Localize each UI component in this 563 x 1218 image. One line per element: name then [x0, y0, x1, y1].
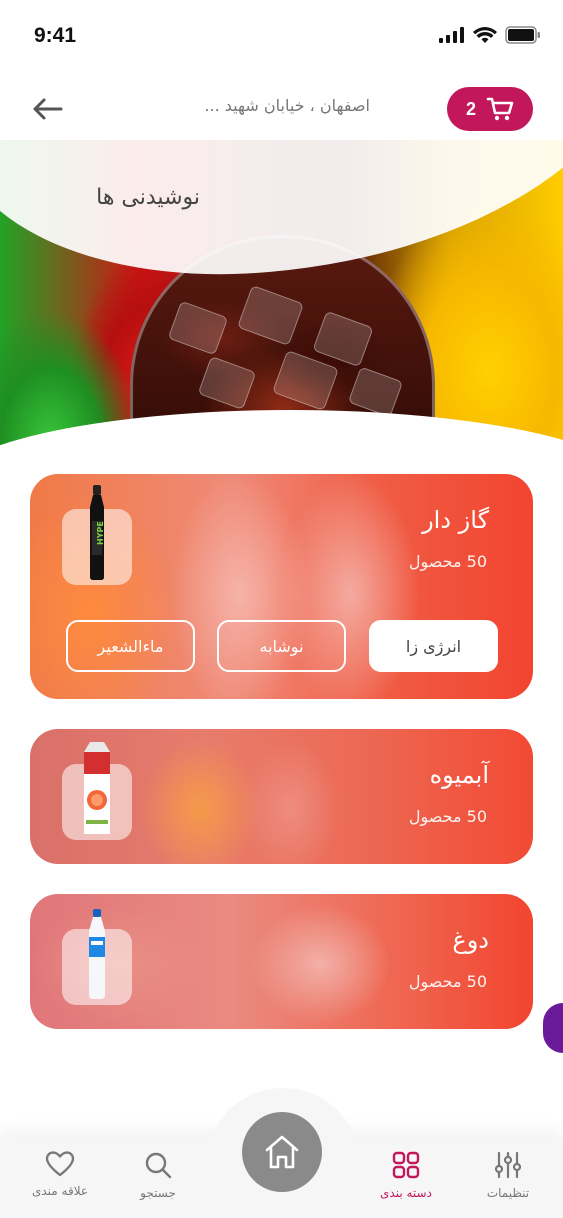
- nav-item-favorites[interactable]: علاقه مندی: [20, 1150, 100, 1198]
- category-product-count: 50 محصول: [408, 552, 487, 571]
- subcategory-chip-soda[interactable]: نوشابه: [217, 620, 346, 672]
- category-product-count: 50 محصول: [408, 972, 487, 991]
- battery-icon: [505, 26, 540, 44]
- status-time: 9:41: [34, 24, 77, 47]
- category-title: گاز دار: [422, 506, 489, 534]
- category-card-juice[interactable]: آبمیوه 50 محصول: [30, 729, 533, 864]
- energy-drink-bottle-icon: HYPE: [90, 485, 105, 580]
- wifi-icon: [473, 26, 497, 43]
- product-thumbnail: [62, 909, 132, 1005]
- cart-count-badge: 2: [465, 98, 476, 119]
- home-icon: [265, 1135, 299, 1169]
- nav-item-settings[interactable]: تنظیمات: [468, 1150, 548, 1200]
- sliders-icon: [494, 1151, 522, 1179]
- grid-icon: [392, 1151, 420, 1179]
- heart-icon: [45, 1151, 75, 1177]
- side-drawer-handle[interactable]: [543, 1003, 563, 1053]
- nav-label: علاقه مندی: [31, 1184, 89, 1198]
- nav-item-home[interactable]: [242, 1112, 322, 1192]
- subcategory-chip-energy[interactable]: انرژی زا: [369, 620, 498, 672]
- search-icon: [145, 1152, 172, 1179]
- status-bar: 9:41: [0, 0, 563, 70]
- nav-label: تنظیمات: [486, 1186, 530, 1200]
- hero-banner: نوشیدنی ها: [0, 140, 563, 470]
- category-product-count: 50 محصول: [408, 807, 487, 826]
- nav-label: جستجو: [140, 1186, 176, 1200]
- svg-text:HYPE: HYPE: [96, 521, 105, 545]
- subcategory-chip-malt[interactable]: ماءالشعیر: [66, 620, 195, 672]
- delivery-address[interactable]: اصفهان ، خیابان شهید ...: [150, 96, 370, 115]
- category-card-carbonated[interactable]: HYPE گاز دار 50 محصول انرژی زا نوشابه ما…: [30, 474, 533, 699]
- cellular-signal-icon: [439, 27, 464, 43]
- nav-item-categories[interactable]: دسته بندی: [366, 1150, 446, 1200]
- nav-item-search[interactable]: جستجو: [118, 1150, 198, 1200]
- cart-icon: [486, 97, 514, 121]
- product-thumbnail: HYPE: [62, 485, 132, 585]
- category-title: آبمیوه: [429, 761, 489, 789]
- status-icons: [439, 26, 541, 44]
- arrow-left-icon: [33, 98, 63, 120]
- page-title: نوشیدنی ها: [96, 185, 200, 210]
- back-button[interactable]: [28, 92, 66, 126]
- doogh-bottle-icon: [89, 909, 105, 999]
- category-card-doogh[interactable]: دوغ 50 محصول: [30, 894, 533, 1029]
- juice-carton-icon: [84, 742, 110, 834]
- nav-label: دسته بندی: [380, 1186, 432, 1200]
- category-title: دوغ: [452, 926, 489, 954]
- product-thumbnail: [62, 742, 132, 840]
- cart-button[interactable]: 2: [447, 87, 533, 131]
